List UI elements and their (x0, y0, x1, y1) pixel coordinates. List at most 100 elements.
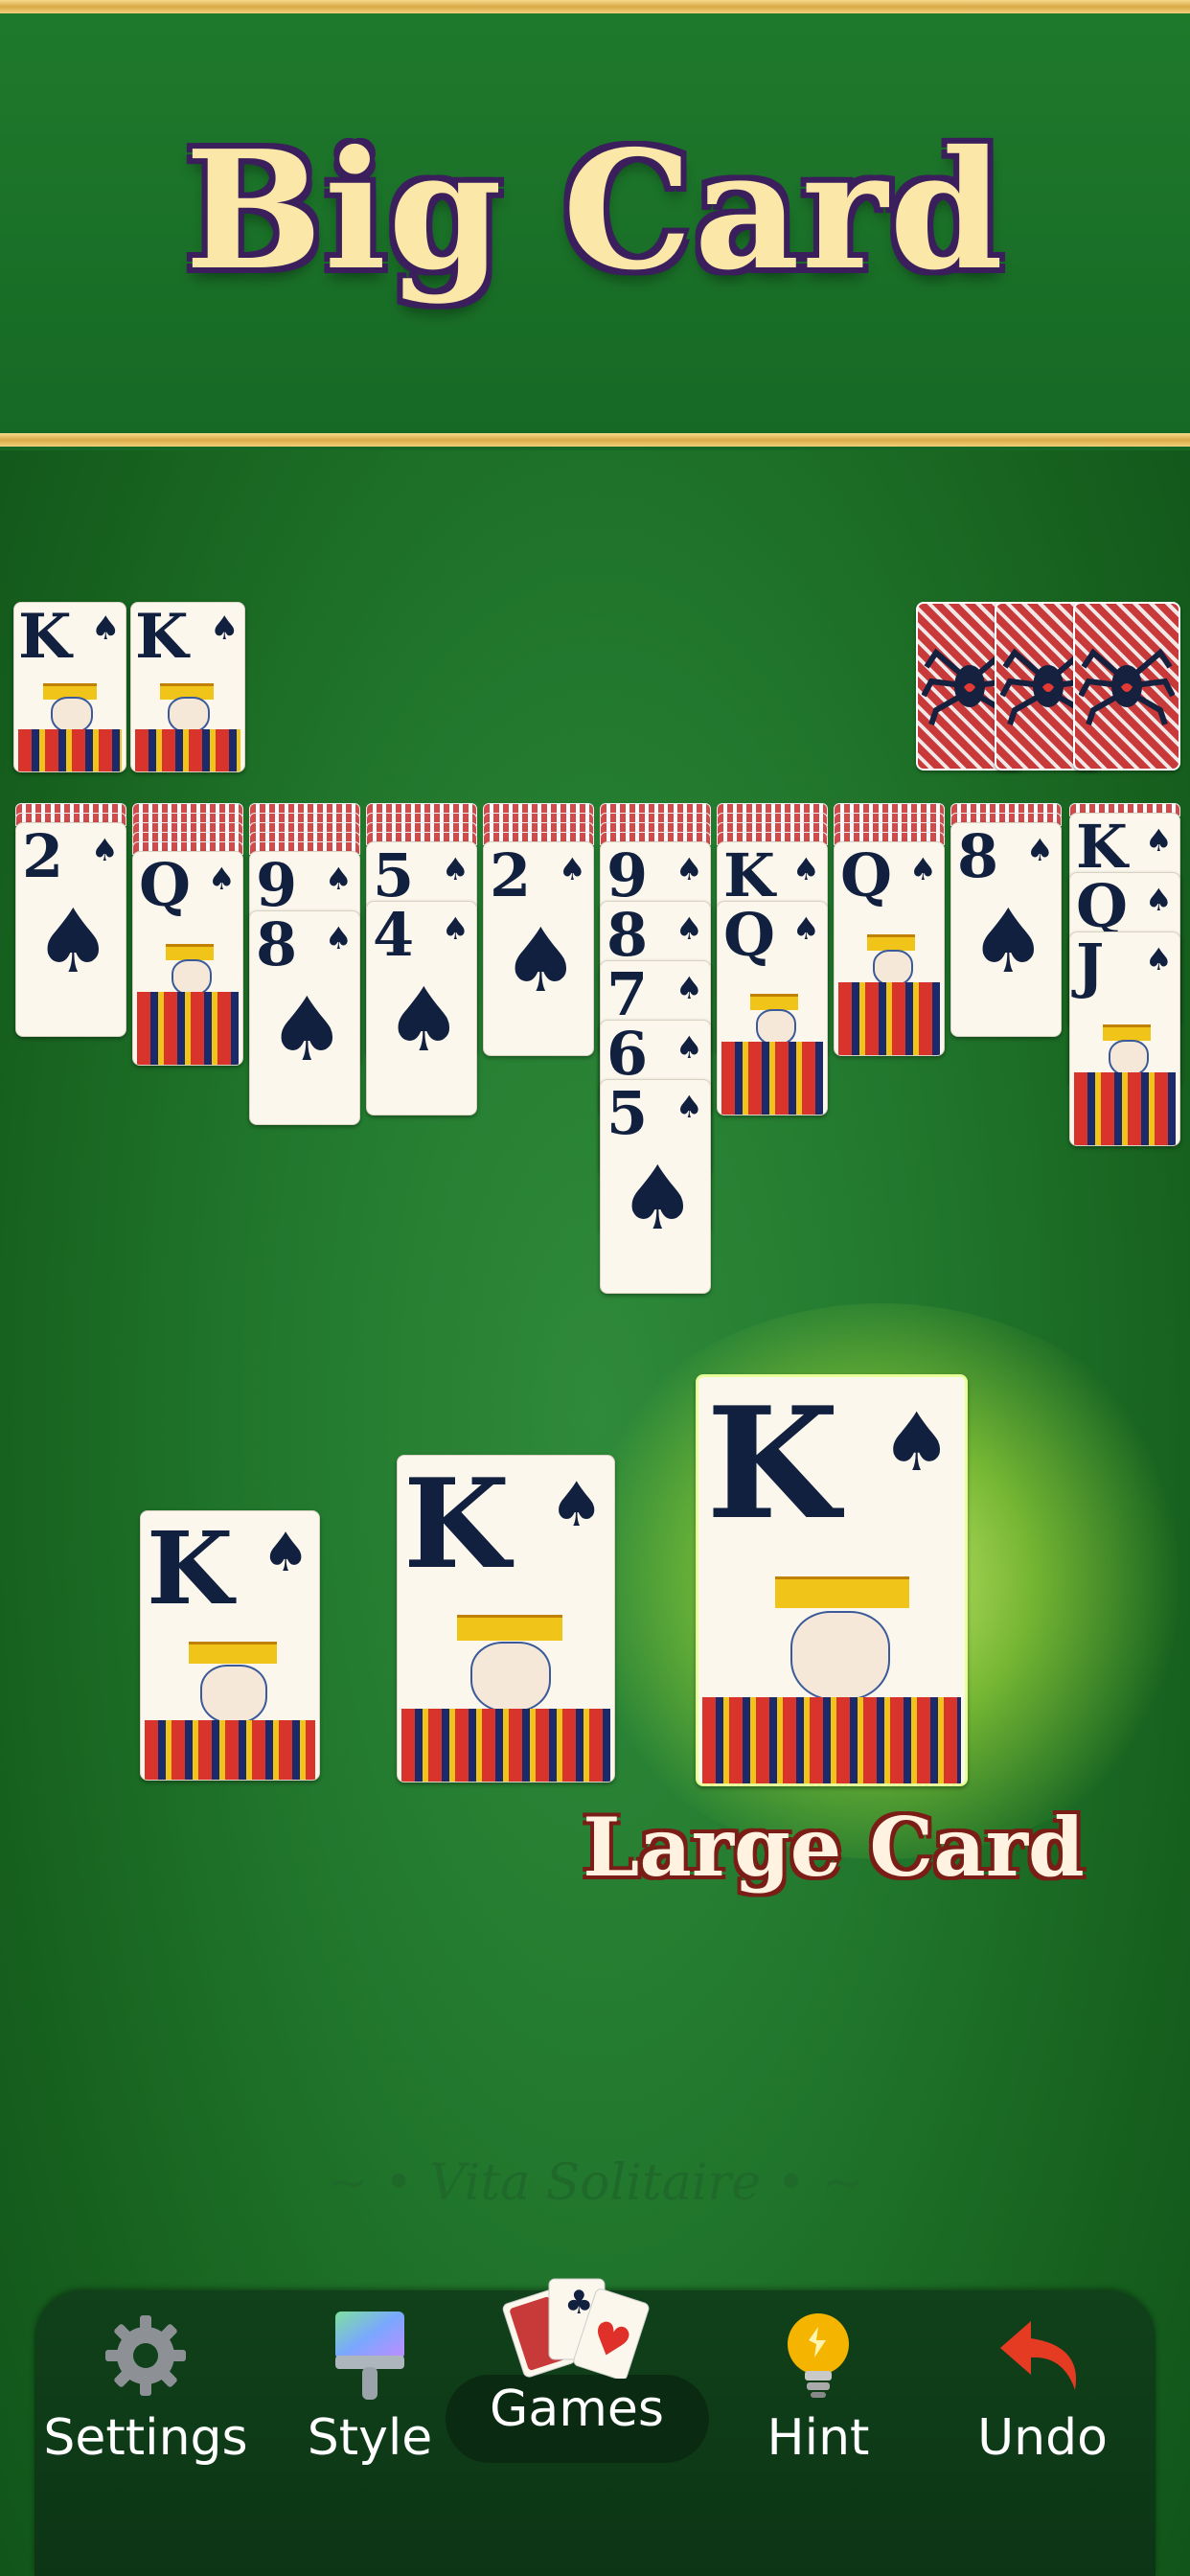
cards-icon: ♣ ♥ (502, 2278, 650, 2379)
king-robe-icon (401, 1709, 610, 1782)
large-spade-icon: ♠ (969, 890, 1048, 993)
style-label: Style (307, 2409, 433, 2467)
card-rank: K (706, 1374, 840, 1553)
card-rank: K (1076, 813, 1128, 882)
card-rank: 4 (373, 901, 415, 970)
settings-label: Settings (43, 2409, 248, 2467)
card-rank: Q (840, 841, 893, 910)
small-card-option[interactable]: K ♠ (140, 1510, 320, 1781)
selected-size-label: Large Card (583, 1800, 1085, 1895)
card-rank: K (723, 841, 775, 910)
spade-icon: ♠ (442, 851, 469, 887)
hint-button[interactable]: Hint (713, 2308, 924, 2467)
card-rank: 8 (606, 901, 649, 970)
card-rank: 9 (606, 841, 649, 910)
undo-button[interactable]: Undo (937, 2308, 1148, 2467)
large-card-option[interactable]: K ♠ (696, 1374, 968, 1786)
spade-icon: ♠ (210, 610, 240, 648)
king-face-icon (470, 1642, 551, 1713)
spider-icon (1079, 648, 1175, 725)
spade-icon: ♠ (675, 851, 703, 887)
tableau-card[interactable]: Q ♠ (132, 851, 243, 1066)
tableau-card[interactable]: 8 ♠ ♠ (249, 910, 360, 1125)
large-spade-icon: ♠ (267, 978, 347, 1081)
spade-icon: ♠ (675, 970, 703, 1006)
card-rank: K (403, 1455, 511, 1597)
stock-card-back[interactable] (1073, 602, 1180, 770)
spade-icon: ♠ (675, 1089, 703, 1125)
tableau-card[interactable]: Q ♠ (717, 901, 828, 1116)
court-robe-icon (838, 982, 940, 1055)
brand-watermark: ~ • Vita Solitaire • ~ (326, 2154, 864, 2212)
spade-icon: ♠ (325, 861, 353, 897)
card-rank: K (147, 1510, 234, 1627)
spade-icon: ♠ (1145, 941, 1173, 978)
spade-icon: ♠ (549, 1470, 605, 1541)
card-rank: 5 (373, 841, 415, 910)
gear-icon (105, 2315, 186, 2396)
foundation-pile[interactable]: K ♠ (130, 602, 245, 772)
spade-icon: ♠ (262, 1522, 310, 1584)
card-rank: K (18, 602, 72, 673)
court-face-icon (756, 1009, 796, 1046)
tableau-card[interactable]: 2 ♠ ♠ (483, 841, 594, 1056)
medium-card-option[interactable]: K ♠ (397, 1455, 615, 1782)
games-label: Games (490, 2380, 664, 2438)
king-face-icon (168, 697, 210, 733)
style-button[interactable]: Style (264, 2308, 475, 2467)
court-crown-icon (867, 934, 915, 951)
games-button[interactable]: ♣ ♥ Games (471, 2273, 682, 2438)
spade-icon: ♠ (559, 851, 586, 887)
card-rank: 6 (606, 1020, 649, 1089)
spade-icon: ♠ (442, 910, 469, 947)
tableau-card[interactable]: 2 ♠ ♠ (15, 822, 126, 1037)
king-face-icon (51, 697, 93, 733)
court-robe-icon (1074, 1072, 1176, 1145)
court-crown-icon (166, 944, 214, 960)
spade-icon: ♠ (909, 851, 937, 887)
card-rank: 9 (256, 851, 298, 920)
spade-icon: ♠ (792, 910, 820, 947)
card-rank: 5 (606, 1079, 649, 1148)
spade-icon: ♠ (1145, 822, 1173, 859)
lightbulb-icon (788, 2313, 849, 2398)
court-face-icon (873, 950, 913, 986)
tableau-card[interactable]: 8 ♠ ♠ (950, 822, 1062, 1037)
king-crown-icon (457, 1615, 562, 1641)
king-robe-icon (18, 729, 122, 771)
paint-brush-icon (335, 2312, 404, 2400)
court-crown-icon (1103, 1024, 1151, 1041)
spade-icon: ♠ (881, 1395, 953, 1489)
page-title: Big Card (184, 115, 1006, 307)
settings-button[interactable]: Settings (40, 2308, 251, 2467)
card-rank: 8 (256, 910, 298, 979)
spade-icon: ♠ (675, 910, 703, 947)
spade-icon: ♠ (91, 610, 121, 648)
undo-label: Undo (977, 2409, 1108, 2467)
card-rank: 7 (606, 960, 649, 1029)
tableau-card[interactable]: 5 ♠ ♠ (600, 1079, 711, 1294)
king-face-icon (200, 1665, 267, 1724)
tableau-card[interactable]: Q ♠ (834, 841, 945, 1056)
king-crown-icon (189, 1642, 277, 1664)
foundation-pile[interactable]: K ♠ (13, 602, 126, 772)
large-spade-icon: ♠ (384, 969, 464, 1071)
king-robe-icon (135, 729, 240, 771)
card-rank: J (1076, 932, 1105, 1000)
king-robe-icon (702, 1697, 961, 1783)
card-rank: 2 (490, 841, 532, 910)
large-spade-icon: ♠ (618, 1147, 698, 1250)
court-face-icon (1109, 1040, 1149, 1076)
card-rank: Q (139, 851, 192, 920)
card-rank: 8 (957, 822, 999, 891)
undo-arrow-icon (1000, 2321, 1077, 2390)
tableau-card[interactable]: J ♠ (1069, 932, 1180, 1146)
spade-icon: ♠ (1026, 832, 1054, 868)
tableau-card[interactable]: 4 ♠ ♠ (366, 901, 477, 1116)
large-spade-icon: ♠ (501, 909, 581, 1012)
large-spade-icon: ♠ (34, 890, 113, 993)
court-robe-icon (137, 992, 239, 1065)
card-rank: 2 (22, 822, 64, 891)
card-rank: Q (1076, 872, 1129, 941)
spade-icon: ♠ (675, 1029, 703, 1066)
